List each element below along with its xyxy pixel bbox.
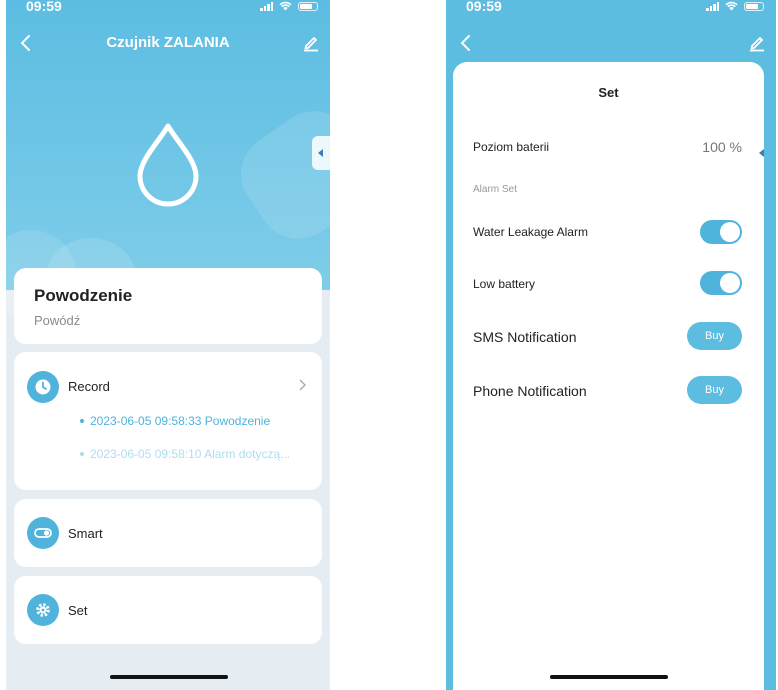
record-item[interactable]: 2023-06-05 09:58:10 Alarm dotyczą... — [80, 447, 290, 461]
sms-buy-button[interactable]: Buy — [687, 322, 742, 350]
device-screen: 09:59 Czujnik ZALANIA Powodzenie Powódź … — [6, 0, 330, 690]
settings-screen: 09:59 Set Poziom baterii 100 % Alarm Set… — [446, 0, 776, 690]
set-card[interactable]: Set — [14, 576, 322, 644]
page-title: Czujnik ZALANIA — [106, 34, 230, 51]
battery-icon — [298, 1, 318, 11]
status-card: Powodzenie Powódź — [14, 268, 322, 344]
chevron-right-icon[interactable] — [298, 379, 306, 391]
water-drop-icon — [137, 123, 199, 207]
home-indicator[interactable] — [110, 675, 228, 679]
sheet-title: Set — [598, 85, 619, 100]
phone-buy-button[interactable]: Buy — [687, 376, 742, 404]
caret-left-icon — [318, 149, 323, 157]
phone-notification-label: Phone Notification — [473, 383, 587, 399]
gear-icon — [27, 594, 59, 626]
battery-icon — [744, 1, 764, 11]
home-indicator[interactable] — [550, 675, 668, 679]
wifi-icon — [725, 1, 738, 11]
low-battery-toggle[interactable] — [700, 271, 742, 295]
section-label: Alarm Set — [473, 184, 517, 195]
caret-left-icon — [759, 149, 764, 157]
toggle-icon — [27, 517, 59, 549]
status-time: 09:59 — [26, 0, 62, 14]
status-subtitle: Powódź — [34, 313, 81, 328]
sms-notification-label: SMS Notification — [473, 329, 577, 345]
record-item[interactable]: 2023-06-05 09:58:33 Powodzenie — [80, 414, 270, 428]
smart-card[interactable]: Smart — [14, 499, 322, 567]
smart-label: Smart — [68, 526, 103, 541]
chevron-left-icon[interactable] — [458, 34, 474, 52]
clock-icon — [27, 371, 59, 403]
signal-icon — [260, 1, 273, 11]
settings-sheet: Set Poziom baterii 100 % Alarm Set Water… — [453, 62, 764, 690]
low-battery-label: Low battery — [473, 277, 536, 291]
record-label: Record — [68, 379, 110, 394]
status-title: Powodzenie — [34, 286, 133, 305]
signal-icon — [706, 1, 719, 11]
wifi-icon — [279, 1, 292, 11]
water-leakage-alarm-label: Water Leakage Alarm — [473, 225, 588, 239]
status-bar: 09:59 — [6, 0, 330, 16]
record-card[interactable]: Record 2023-06-05 09:58:33 Powodzenie 20… — [14, 352, 322, 490]
side-panel-tab[interactable] — [312, 136, 330, 170]
status-time: 09:59 — [466, 0, 502, 14]
water-leakage-alarm-toggle[interactable] — [700, 220, 742, 244]
set-label: Set — [68, 603, 88, 618]
status-bar: 09:59 — [446, 0, 776, 16]
pencil-icon[interactable] — [748, 34, 766, 52]
side-panel-tab[interactable] — [758, 136, 764, 170]
battery-level-value: 100 % — [702, 139, 742, 155]
battery-level-label: Poziom baterii — [473, 140, 550, 154]
pencil-icon[interactable] — [302, 34, 320, 52]
